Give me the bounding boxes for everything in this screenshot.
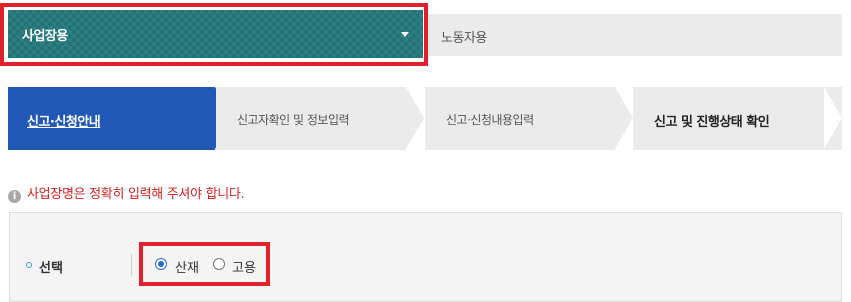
- bullet-icon: [26, 262, 32, 268]
- radio-sanjae[interactable]: [155, 258, 167, 270]
- step-3-arrow: [615, 87, 633, 149]
- tab-workplace-label: 사업장용: [22, 29, 68, 44]
- radio-goyong-label[interactable]: 고용: [232, 257, 256, 276]
- step-4[interactable]: 신고 및 진행상태 확인: [633, 87, 842, 150]
- tab-worker[interactable]: 노동자용: [428, 14, 842, 56]
- radio-sanjae-label[interactable]: 산재: [175, 257, 199, 276]
- step-2-arrow: [406, 87, 424, 149]
- step-3[interactable]: 신고·신청내용입력: [425, 87, 615, 150]
- radio-goyong[interactable]: [213, 258, 225, 270]
- form-box: [9, 212, 842, 302]
- tab-worker-label: 노동자용: [441, 31, 487, 46]
- tab-workplace[interactable]: 사업장용: [8, 10, 423, 58]
- divider: [131, 254, 132, 276]
- step-4-label: 신고 및 진행상태 확인: [654, 115, 770, 130]
- caret-down-icon: [401, 32, 409, 37]
- field-label: 선택: [39, 261, 63, 276]
- step-2[interactable]: 신고자확인 및 정보입력: [216, 87, 406, 150]
- notice: i 사업장명은 정확히 입력해 주셔야 합니다.: [8, 183, 245, 203]
- step-3-label: 신고·신청내용입력: [446, 113, 534, 127]
- step-1-label: 신고·신청안내: [27, 115, 101, 130]
- info-icon: i: [8, 190, 21, 203]
- step-2-label: 신고자확인 및 정보입력: [237, 113, 350, 127]
- notice-text: 사업장명은 정확히 입력해 주셔야 합니다.: [27, 187, 245, 202]
- step-4-arrow-cutout: [824, 87, 842, 149]
- step-1[interactable]: 신고·신청안내: [8, 87, 215, 150]
